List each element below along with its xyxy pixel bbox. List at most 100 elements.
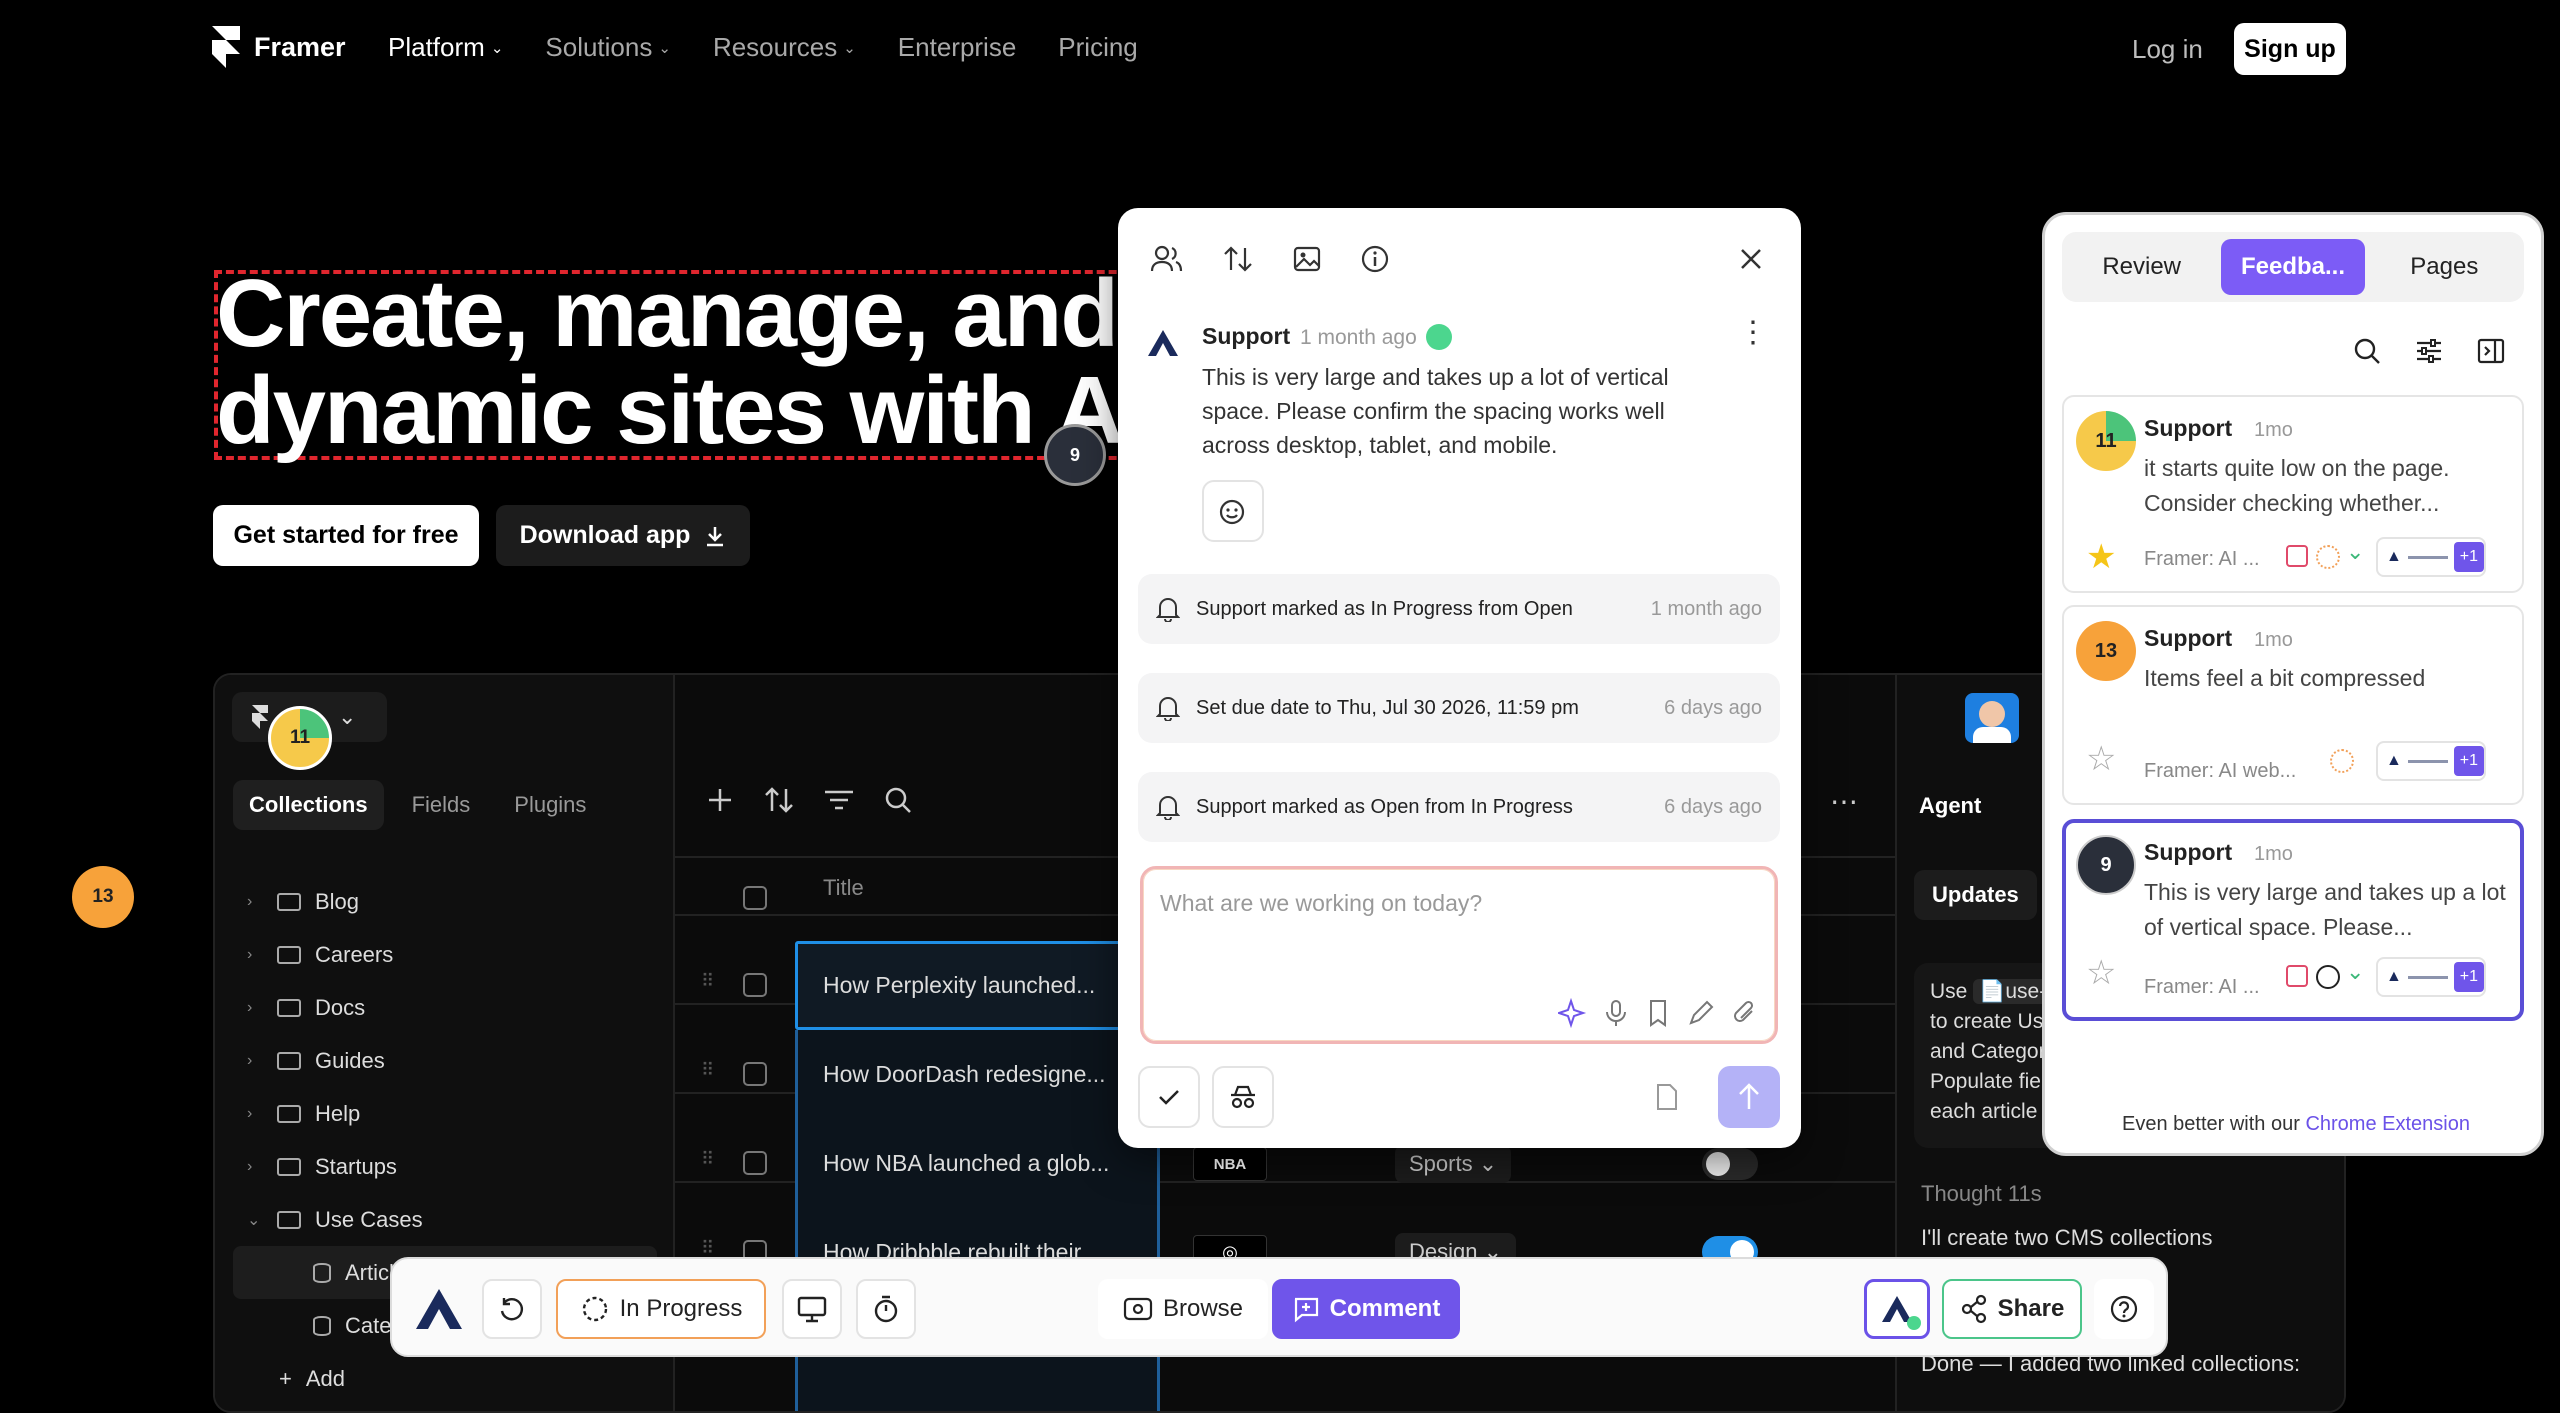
assignee-chip[interactable]: ▲ +1 [2376, 537, 2486, 577]
tab-collections[interactable]: Collections [233, 780, 384, 830]
status-button[interactable]: In Progress [556, 1279, 766, 1339]
database-icon [313, 1262, 331, 1283]
resolve-check-icon[interactable] [1138, 1066, 1200, 1128]
chevron-down-icon: ⌄ [490, 39, 504, 57]
chevron-down-icon: ⌄ [843, 39, 856, 57]
incognito-icon[interactable] [1212, 1066, 1274, 1128]
assignee-button[interactable] [1864, 1279, 1930, 1339]
tree-item-docs[interactable]: › Docs [215, 981, 675, 1034]
comment-author: Support [1202, 323, 1291, 349]
nav-enterprise[interactable]: Enterprise [898, 32, 1017, 63]
more-options-icon[interactable]: ⋮ [1738, 318, 1768, 348]
people-icon[interactable] [1150, 244, 1184, 274]
chevron-down-icon: ⌄ [247, 1211, 261, 1229]
row-checkbox[interactable] [743, 1062, 767, 1086]
drag-handle-icon[interactable]: ⠿ [701, 1060, 714, 1081]
share-button[interactable]: Share [1942, 1279, 2082, 1339]
browse-button[interactable]: Browse [1098, 1279, 1268, 1339]
drag-handle-icon[interactable]: ⠿ [701, 1238, 714, 1259]
comment-thread-panel: Support 1 month ago ⋮ This is very large… [1118, 208, 1801, 1148]
comment-button[interactable]: Comment [1272, 1279, 1460, 1339]
star-outline-icon[interactable]: ☆ [2086, 953, 2116, 993]
tab-review[interactable]: Review [2070, 239, 2213, 295]
tree-item-careers[interactable]: › Careers [215, 928, 675, 981]
star-filled-icon[interactable]: ★ [2086, 537, 2116, 577]
row-checkbox[interactable] [743, 1151, 767, 1175]
nav-platform[interactable]: Platform ⌄ [388, 32, 503, 63]
calendar-icon[interactable] [2286, 965, 2308, 987]
row-title: How Perplexity launched... [823, 972, 1096, 998]
tree-item-startups[interactable]: › Startups [215, 1140, 675, 1193]
add-icon[interactable] [705, 785, 735, 815]
download-app-button[interactable]: Download app [496, 505, 750, 566]
nav-pricing[interactable]: Pricing [1058, 32, 1137, 63]
filter-icon[interactable] [823, 785, 855, 815]
tab-pages[interactable]: Pages [2373, 239, 2516, 295]
add-collection[interactable]: + Add [215, 1352, 675, 1405]
sort-icon[interactable] [763, 785, 795, 815]
sparkle-icon[interactable] [1558, 998, 1588, 1028]
updates-chip[interactable]: Updates [1914, 870, 2037, 920]
app-logo-icon[interactable] [412, 1285, 466, 1333]
device-button[interactable] [782, 1279, 842, 1339]
user-avatar[interactable] [1965, 693, 2019, 743]
feedback-card[interactable]: 13 Support 1mo Items feel a bit compress… [2062, 605, 2524, 805]
more-icon[interactable]: ⋯ [1830, 785, 1858, 818]
assignee-chip[interactable]: ▲ +1 [2376, 957, 2486, 997]
hero-title-line-2: dynamic sites with AI agents [216, 357, 1136, 464]
add-reaction-icon[interactable] [1202, 480, 1264, 542]
chrome-extension-link[interactable]: Chrome Extension [2305, 1113, 2470, 1135]
toggle-switch[interactable] [1702, 1148, 1758, 1180]
feedback-panel: Review Feedba... Pages 11 Support 1mo it… [2042, 212, 2544, 1156]
microphone-icon[interactable] [1602, 998, 1630, 1028]
refresh-button[interactable] [482, 1279, 542, 1339]
signup-button[interactable]: Sign up [2234, 23, 2346, 75]
timer-button[interactable] [856, 1279, 916, 1339]
feedback-card[interactable]: 11 Support 1mo it starts quite low on th… [2062, 395, 2524, 593]
comment-marker-13[interactable]: 13 [72, 866, 134, 928]
tab-feedback[interactable]: Feedba... [2221, 239, 2365, 295]
document-icon[interactable] [1636, 1066, 1698, 1128]
drag-handle-icon[interactable]: ⠿ [701, 971, 714, 992]
tab-plugins[interactable]: Plugins [498, 780, 602, 830]
feedback-card-selected[interactable]: 9 Support 1mo This is very large and tak… [2062, 819, 2524, 1021]
sort-icon[interactable] [1222, 244, 1254, 274]
close-icon[interactable] [1738, 246, 1764, 272]
select-all-checkbox[interactable] [743, 886, 767, 910]
comment-marker-11[interactable]: 11 [268, 706, 332, 770]
search-icon[interactable] [883, 785, 913, 815]
status-icon[interactable] [2316, 965, 2340, 989]
drag-handle-icon[interactable]: ⠿ [701, 1149, 714, 1170]
assignee-chip[interactable]: ▲ +1 [2376, 741, 2486, 781]
calendar-icon[interactable] [2286, 545, 2308, 567]
tag-select[interactable]: Sports ⌄ [1395, 1145, 1512, 1183]
activity-item: Support marked as In Progress from Open … [1138, 574, 1780, 644]
framer-logo[interactable]: Framer [212, 26, 346, 68]
status-icon[interactable] [2330, 749, 2354, 773]
get-started-button[interactable]: Get started for free [213, 505, 479, 566]
comment-marker[interactable]: 9 [1044, 424, 1106, 486]
sliders-icon[interactable] [2413, 335, 2445, 367]
row-checkbox[interactable] [743, 973, 767, 997]
tab-fields[interactable]: Fields [396, 780, 487, 830]
search-icon[interactable] [2351, 335, 2383, 367]
nav-solutions[interactable]: Solutions ⌄ [545, 32, 671, 63]
agent-title: Agent [1919, 793, 1982, 818]
tree-item-guides[interactable]: › Guides [215, 1034, 675, 1087]
pen-icon[interactable] [1686, 998, 1716, 1028]
tree-item-help[interactable]: › Help [215, 1087, 675, 1140]
nav-resources[interactable]: Resources ⌄ [713, 32, 856, 63]
login-link[interactable]: Log in [2132, 34, 2203, 65]
status-icon[interactable] [2316, 545, 2340, 569]
sidebar-toggle-icon[interactable] [2475, 335, 2507, 367]
image-icon[interactable] [1292, 244, 1322, 274]
attachment-icon[interactable] [1730, 998, 1760, 1028]
star-outline-icon[interactable]: ☆ [2086, 739, 2116, 779]
bookmark-icon[interactable] [1644, 998, 1672, 1028]
tree-item-blog[interactable]: › Blog [215, 875, 675, 928]
tree-item-use-cases[interactable]: ⌄ Use Cases [215, 1193, 675, 1246]
send-icon[interactable] [1718, 1066, 1780, 1128]
help-button[interactable] [2094, 1279, 2154, 1339]
info-icon[interactable] [1360, 244, 1390, 274]
input-actions [1558, 998, 1760, 1028]
